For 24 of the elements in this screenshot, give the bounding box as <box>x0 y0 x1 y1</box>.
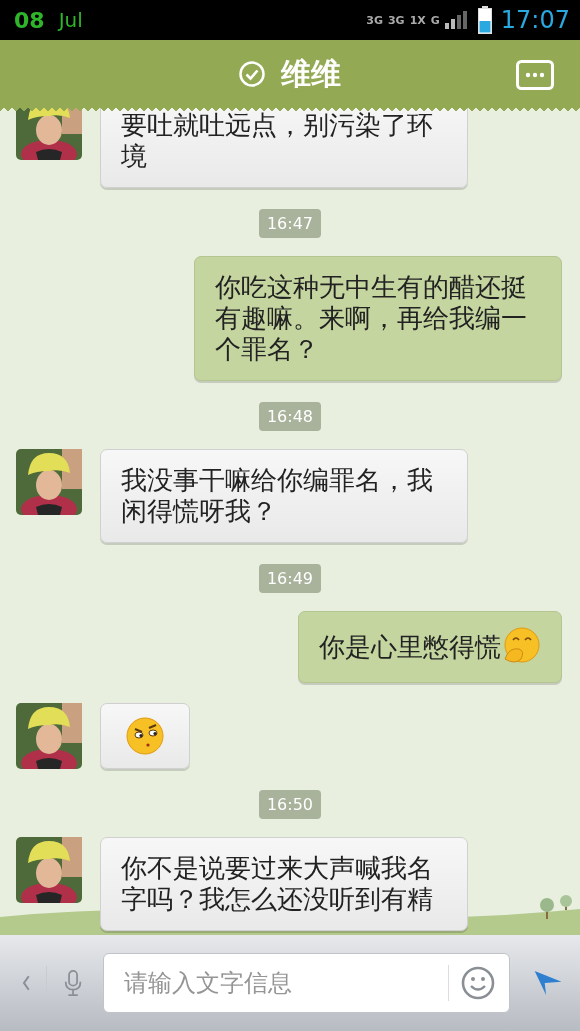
received-message: 要吐就吐远点，别污染了环境 <box>100 108 468 188</box>
contact-name: 维维 <box>281 54 341 93</box>
status-month: Jul <box>58 8 83 32</box>
battery-icon <box>477 6 492 34</box>
smiley-icon[interactable] <box>460 966 495 1000</box>
network-label: 3G <box>366 13 383 27</box>
more-menu-icon[interactable] <box>516 60 554 90</box>
timestamp: 16:47 <box>258 209 322 238</box>
status-date: 08 <box>14 7 45 33</box>
received-message: 你不是说要过来大声喊我名字吗？我怎么还没听到有精 <box>100 837 468 931</box>
received-message: 我没事干嘛给你编罪名，我闲得慌呀我？ <box>100 449 468 543</box>
sent-message: 你吃这种无中生有的醋还挺有趣嘛。来啊，再给我编一个罪名？ <box>194 256 562 381</box>
timestamp: 16:50 <box>258 790 322 819</box>
signal-icon <box>444 11 467 29</box>
network-label: 1X <box>409 13 426 27</box>
message-input[interactable]: 请输入文字信息 <box>121 968 436 998</box>
status-time: 17:07 <box>500 6 570 34</box>
message-field[interactable]: 请输入文字信息 <box>102 953 510 1013</box>
smirking-emoji-icon <box>125 716 165 756</box>
sent-message: 你是心里憋得慌 <box>298 611 562 683</box>
network-label: G <box>430 13 440 27</box>
timestamp: 16:48 <box>258 402 322 431</box>
network-label: 3G <box>387 13 405 27</box>
timestamp: 16:49 <box>258 564 322 593</box>
